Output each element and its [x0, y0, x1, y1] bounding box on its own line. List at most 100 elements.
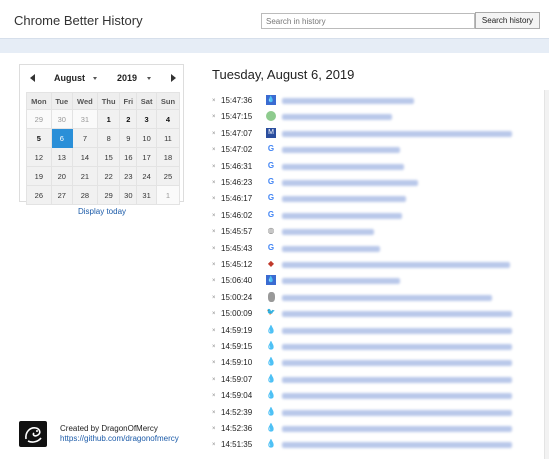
year-select[interactable]: 2019 [117, 73, 137, 83]
calendar-day[interactable]: 23 [119, 166, 138, 186]
history-entry[interactable]: × 14:51:35 💧 [212, 437, 549, 453]
history-entry[interactable]: × 14:52:36 💧 [212, 421, 549, 437]
entry-title-blurred[interactable] [282, 163, 404, 170]
entry-title-blurred[interactable] [282, 98, 414, 104]
remove-entry-icon[interactable]: × [212, 426, 216, 432]
remove-entry-icon[interactable]: × [212, 278, 216, 284]
year-caret-icon[interactable] [147, 77, 151, 80]
remove-entry-icon[interactable]: × [212, 180, 216, 186]
entry-title-blurred[interactable] [282, 229, 374, 236]
remove-entry-icon[interactable]: × [212, 131, 216, 137]
remove-entry-icon[interactable]: × [212, 246, 216, 252]
remove-entry-icon[interactable]: × [212, 360, 216, 366]
history-entry[interactable]: × 15:47:15 [212, 109, 549, 125]
calendar-day[interactable]: 29 [26, 109, 52, 129]
calendar-day[interactable]: 15 [96, 147, 121, 167]
history-entry[interactable]: × 14:59:10 💧 [212, 355, 549, 371]
history-entry[interactable]: × 15:06:40 💧 [212, 273, 549, 289]
calendar-day[interactable]: 28 [71, 185, 98, 205]
remove-entry-icon[interactable]: × [212, 393, 216, 399]
calendar-day[interactable]: 7 [71, 128, 98, 148]
remove-entry-icon[interactable]: × [212, 164, 216, 170]
entry-title-blurred[interactable] [282, 147, 400, 154]
previous-month-icon[interactable] [30, 74, 35, 82]
calendar-day[interactable]: 26 [26, 185, 52, 205]
history-entry[interactable]: × 14:59:19 💧 [212, 323, 549, 339]
calendar-day[interactable]: 2 [119, 109, 138, 129]
calendar-day[interactable]: 18 [155, 147, 181, 167]
history-entry[interactable]: × 14:59:04 💧 [212, 388, 549, 404]
calendar-day[interactable]: 29 [96, 185, 121, 205]
history-entry[interactable]: × 14:59:07 💧 [212, 372, 549, 388]
history-entry[interactable]: × 15:45:12 ◆ [212, 257, 549, 273]
entry-title-blurred[interactable] [282, 114, 392, 121]
remove-entry-icon[interactable]: × [212, 311, 216, 317]
calendar-day[interactable]: 13 [50, 147, 73, 167]
search-input[interactable] [261, 13, 475, 29]
entry-title-blurred[interactable] [282, 376, 512, 383]
entry-title-blurred[interactable] [282, 245, 380, 252]
entry-title-blurred[interactable] [282, 360, 512, 367]
remove-entry-icon[interactable]: × [212, 229, 216, 235]
calendar-day-selected[interactable]: 6 [50, 128, 73, 148]
entry-title-blurred[interactable] [282, 180, 418, 186]
calendar-day[interactable]: 10 [136, 128, 157, 148]
remove-entry-icon[interactable]: × [212, 377, 216, 383]
calendar-day[interactable]: 27 [50, 185, 73, 205]
entry-title-blurred[interactable] [282, 262, 510, 268]
entry-title-blurred[interactable] [282, 278, 400, 285]
remove-entry-icon[interactable]: × [212, 196, 216, 202]
calendar-day[interactable]: 9 [119, 128, 138, 148]
calendar-day[interactable]: 16 [119, 147, 138, 167]
calendar-day[interactable]: 14 [71, 147, 98, 167]
calendar-day[interactable]: 3 [136, 109, 157, 129]
history-entry[interactable]: × 14:52:39 💧 [212, 405, 549, 421]
history-entry[interactable]: × 15:47:36 💧 [212, 93, 549, 109]
next-month-icon[interactable] [171, 74, 176, 82]
history-entry[interactable]: × 15:46:17 G [212, 191, 549, 207]
calendar-day[interactable]: 8 [96, 128, 121, 148]
history-entry[interactable]: × 15:46:02 G [212, 208, 549, 224]
history-entry[interactable]: × 15:45:57 ◍ [212, 224, 549, 240]
history-entry[interactable]: × 15:45:43 G [212, 241, 549, 257]
entry-title-blurred[interactable] [282, 393, 512, 400]
entry-title-blurred[interactable] [282, 130, 512, 137]
remove-entry-icon[interactable]: × [212, 442, 216, 448]
calendar-day[interactable]: 22 [96, 166, 121, 186]
remove-entry-icon[interactable]: × [212, 328, 216, 334]
calendar-day[interactable]: 1 [155, 185, 181, 205]
calendar-day[interactable]: 4 [155, 109, 181, 129]
calendar-day[interactable]: 20 [50, 166, 73, 186]
entry-title-blurred[interactable] [282, 344, 512, 350]
remove-entry-icon[interactable]: × [212, 410, 216, 416]
history-entry[interactable]: × 15:46:23 G [212, 175, 549, 191]
entry-title-blurred[interactable] [282, 196, 406, 203]
calendar-day[interactable]: 5 [26, 128, 52, 148]
calendar-day[interactable]: 31 [136, 185, 157, 205]
entry-title-blurred[interactable] [282, 426, 512, 432]
calendar-day[interactable]: 12 [26, 147, 52, 167]
remove-entry-icon[interactable]: × [212, 262, 216, 268]
month-select[interactable]: August [54, 73, 85, 83]
history-entry[interactable]: × 15:47:02 G [212, 142, 549, 158]
calendar-day[interactable]: 21 [71, 166, 98, 186]
entry-title-blurred[interactable] [282, 327, 512, 334]
github-link[interactable]: https://github.com/dragonofmercy [60, 434, 179, 443]
entry-title-blurred[interactable] [282, 409, 512, 416]
history-entry[interactable]: × 15:00:09 🐦 [212, 306, 549, 322]
remove-entry-icon[interactable]: × [212, 213, 216, 219]
remove-entry-icon[interactable]: × [212, 344, 216, 350]
calendar-day[interactable]: 30 [119, 185, 138, 205]
display-today-link[interactable]: Display today [78, 207, 126, 216]
calendar-day[interactable]: 1 [96, 109, 121, 129]
entry-title-blurred[interactable] [282, 294, 492, 301]
calendar-day[interactable]: 30 [50, 109, 73, 129]
remove-entry-icon[interactable]: × [212, 114, 216, 120]
entry-title-blurred[interactable] [282, 212, 402, 219]
calendar-day[interactable]: 25 [155, 166, 181, 186]
remove-entry-icon[interactable]: × [212, 295, 216, 301]
history-entry[interactable]: × 15:46:31 G [212, 159, 549, 175]
calendar-day[interactable]: 11 [155, 128, 181, 148]
history-entry[interactable]: × 15:47:07 M [212, 126, 549, 142]
remove-entry-icon[interactable]: × [212, 147, 216, 153]
